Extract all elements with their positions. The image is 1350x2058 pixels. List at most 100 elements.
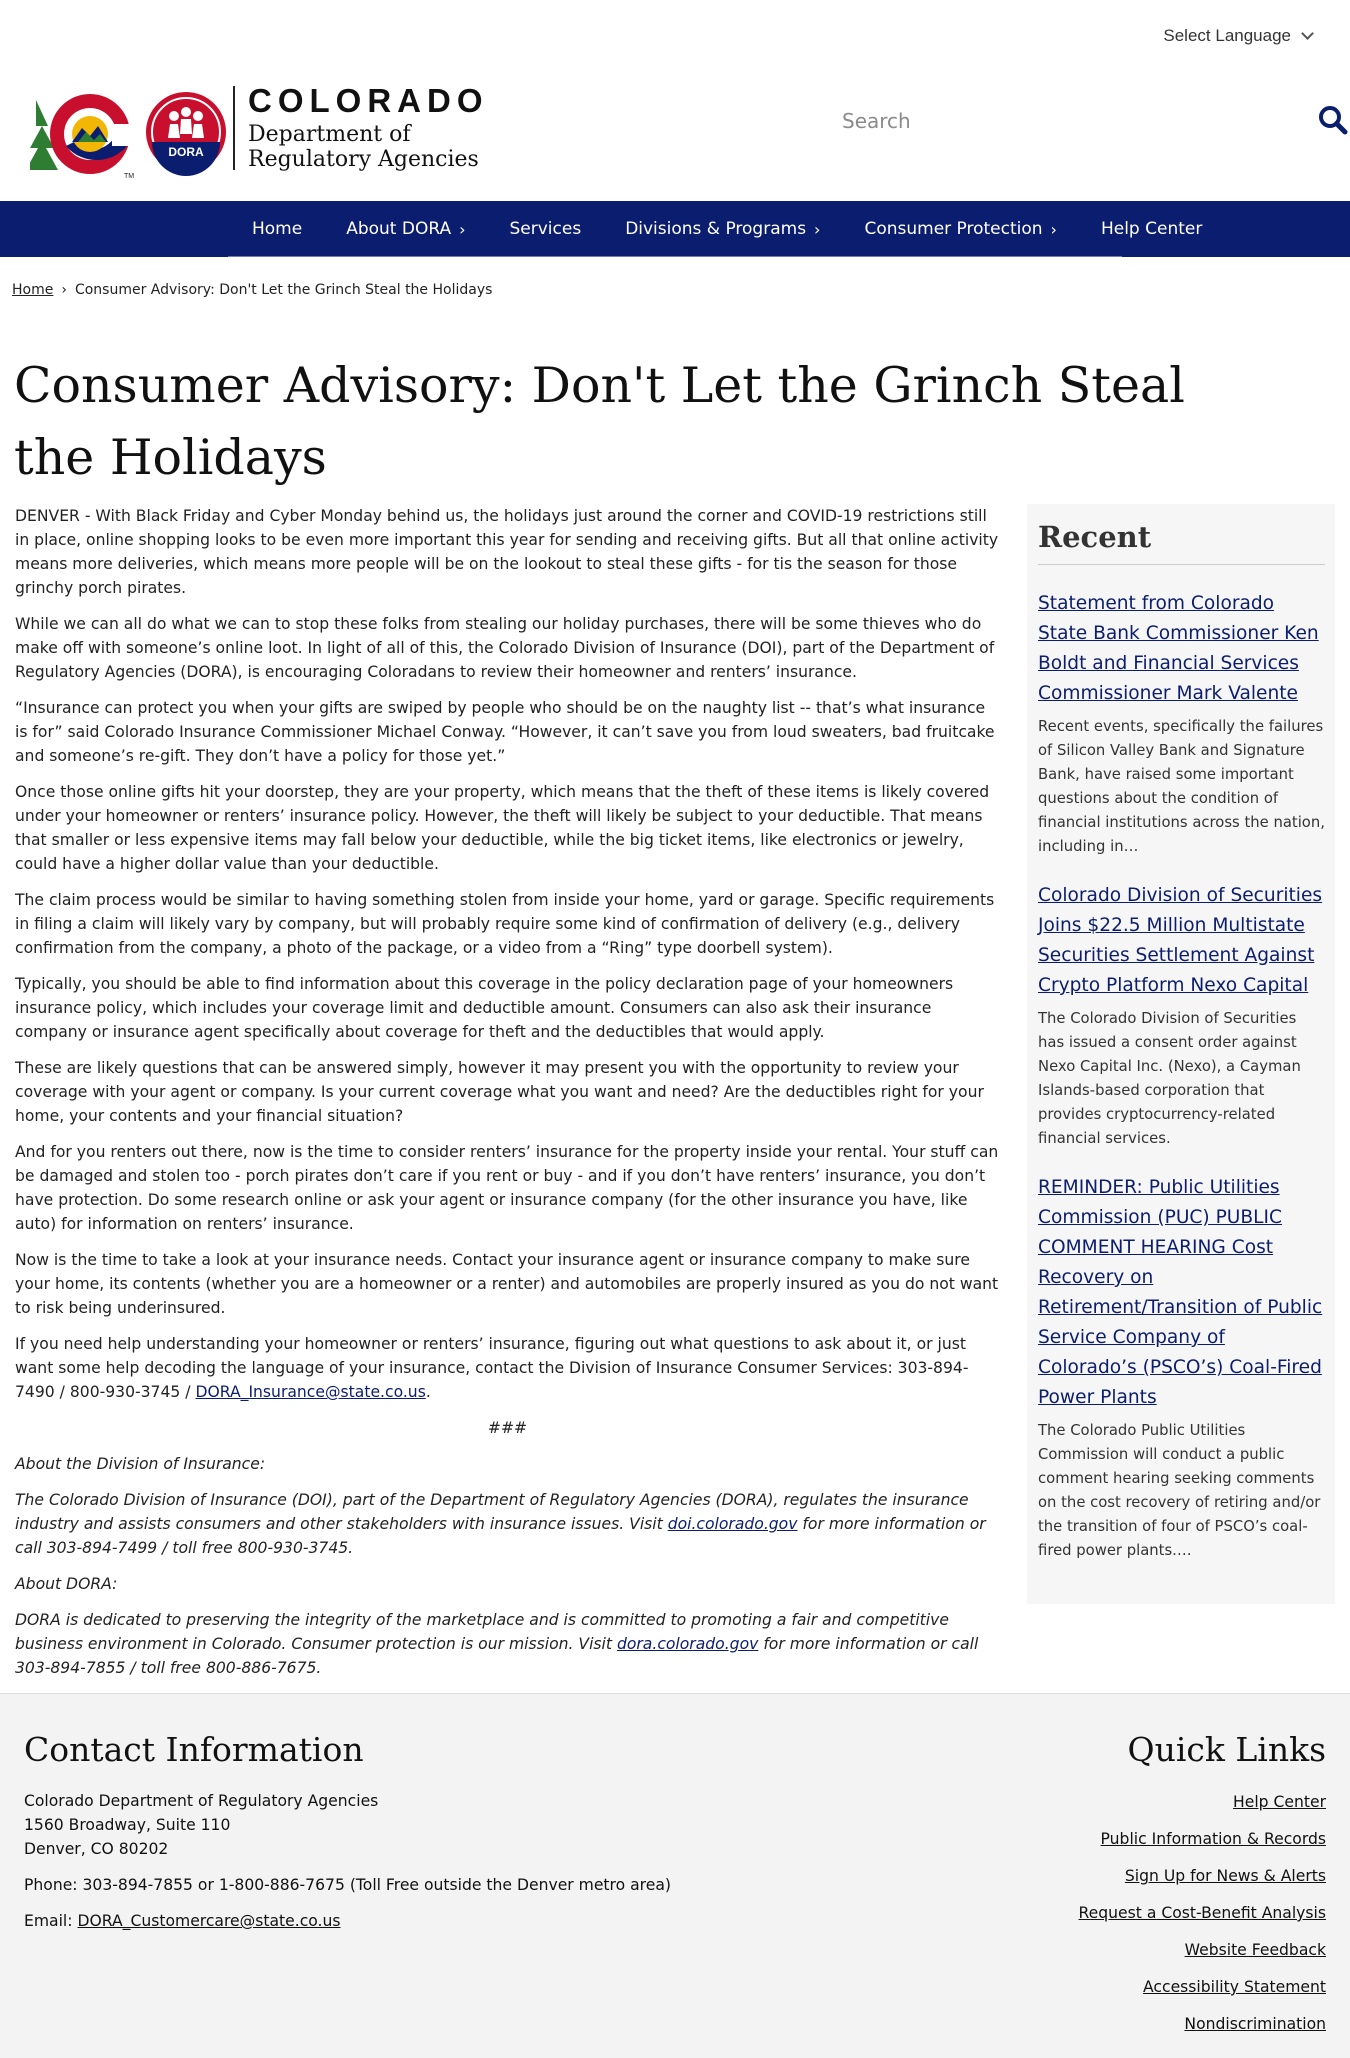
language-selector[interactable]: Select Language [1163, 26, 1314, 46]
breadcrumb-current: Consumer Advisory: Don't Let the Grinch … [74, 282, 493, 298]
address-line3: Denver, CO 80202 [24, 1840, 169, 1858]
colorado-logo-icon[interactable]: TM DORA [30, 86, 230, 182]
about-dora-paragraph: DORA is dedicated to preserving the inte… [15, 1608, 1000, 1680]
article-paragraph: DENVER - With Black Friday and Cyber Mon… [15, 507, 999, 597]
chevron-down-icon [1301, 27, 1314, 40]
nav-item-divisions-and-programs[interactable]: Divisions & Programs › [603, 201, 842, 257]
main-nav: Home About DORA › Services Divisions & Progr… [0, 201, 1350, 257]
nav-items: Home About DORA › Services Divisions & Progr… [230, 201, 1224, 257]
recent-item: Colorado Division of Securities Joins $2… [1038, 881, 1325, 1151]
site-header: TM DORA COLORADO Department of Regulator… [30, 80, 1348, 182]
article-paragraph: “Insurance can protect you when your gif… [15, 699, 995, 765]
search-input[interactable] [800, 94, 1280, 148]
nav-item-consumer-protection[interactable]: Consumer Protection › [842, 201, 1079, 257]
quick-link-item: Public Information & Records [826, 1826, 1326, 1852]
quick-link-item: Website Feedback [826, 1937, 1326, 1963]
article-paragraph: While we can all do what we can to stop … [15, 615, 995, 681]
quick-link-request-a-cost-benefit-analysis[interactable]: Request a Cost-Benefit Analysis [1079, 1904, 1326, 1922]
article-paragraph: Once those online gifts hit your doorste… [15, 783, 990, 873]
search-bar [800, 94, 1350, 148]
customercare-email-link[interactable]: DORA_Customercare@state.co.us [78, 1912, 341, 1930]
nav-item-about-dora[interactable]: About DORA › [324, 201, 487, 257]
contact-section: Contact Information Colorado Department … [24, 1730, 724, 1933]
quick-link-item: Request a Cost-Benefit Analysis [826, 1900, 1326, 1926]
sidebar-title: Recent [1038, 520, 1325, 565]
quick-link-nondiscrimination[interactable]: Nondiscrimination [1184, 2015, 1326, 2033]
logo-wordmark[interactable]: COLORADO [248, 82, 489, 120]
recent-item-summary: Recent events, specifically the failures… [1038, 718, 1325, 855]
article-body: DENVER - With Black Friday and Cyber Mon… [15, 504, 1000, 1692]
quick-link-item: Sign Up for News & Alerts [826, 1863, 1326, 1889]
breadcrumb-home-link[interactable]: Home [12, 282, 53, 298]
address-line2: 1560 Broadway, Suite 110 [24, 1816, 231, 1834]
nav-item-label: Consumer Protection [864, 219, 1043, 239]
recent-list: Statement from Colorado State Bank Commi… [1038, 589, 1325, 1563]
language-selector-label: Select Language [1163, 26, 1291, 45]
quick-link-item: Nondiscrimination [826, 2011, 1326, 2037]
doi-website-link[interactable]: doi.colorado.gov [668, 1515, 798, 1533]
quick-link-sign-up-for-news-and-alerts[interactable]: Sign Up for News & Alerts [1125, 1867, 1326, 1885]
quick-link-public-information-and-records[interactable]: Public Information & Records [1101, 1830, 1326, 1848]
recent-item: REMINDER: Public Utilities Commission (P… [1038, 1173, 1325, 1563]
chevron-right-icon: › [814, 219, 821, 239]
nav-item-label: Help Center [1100, 219, 1203, 239]
svg-text:DORA: DORA [168, 145, 204, 159]
quick-links-title: Quick Links [1127, 1730, 1326, 1769]
recent-sidebar: Recent Statement from Colorado State Ban… [1027, 504, 1335, 1604]
nav-item-services[interactable]: Services [488, 201, 604, 257]
quick-links-section: Quick Links Help Center Public Informatio… [826, 1730, 1326, 2048]
phone-line: Phone: 303-894-7855 or 1-800-886-7675 (T… [24, 1876, 671, 1894]
help-paragraph: If you need help understanding your home… [15, 1332, 1000, 1404]
nav-item-label: Divisions & Programs [625, 219, 807, 239]
svg-text:TM: TM [124, 173, 134, 180]
recent-item-summary: The Colorado Public Utilities Commission… [1038, 1422, 1321, 1559]
help-end: . [425, 1383, 431, 1401]
logo-subtitle-line1: Department of [248, 122, 411, 147]
recent-item: Statement from Colorado State Bank Commi… [1038, 589, 1325, 859]
nav-underline [228, 256, 1122, 257]
chevron-right-icon: › [1050, 219, 1057, 239]
nav-item-home[interactable]: Home [230, 201, 324, 257]
page-title: Consumer Advisory: Don't Let the Grinch … [14, 357, 1185, 486]
breadcrumb: Home › Consumer Advisory: Don't Let the … [12, 282, 492, 298]
article-paragraph: These are likely questions that can be a… [15, 1059, 984, 1125]
quick-links-list: Help Center Public Information & Records S… [826, 1789, 1326, 2037]
press-separator: ### [487, 1419, 528, 1437]
search-icon [1319, 105, 1348, 134]
nav-item-help-center[interactable]: Help Center [1079, 201, 1224, 257]
email-line: Email: DORA_Customercare@state.co.us [24, 1909, 724, 1933]
quick-link-accessibility-statement[interactable]: Accessibility Statement [1143, 1978, 1326, 1996]
nav-item-label: Home [252, 219, 303, 239]
logo-subtitle[interactable]: Department of Regulatory Agencies [248, 122, 479, 172]
chevron-right-icon: › [459, 219, 466, 239]
logo-divider [233, 86, 235, 170]
site-footer: Contact Information Colorado Department … [0, 1693, 1350, 2058]
insurance-email-link[interactable]: DORA_Insurance@state.co.us [196, 1383, 426, 1401]
recent-item-link[interactable]: Colorado Division of Securities Joins $2… [1038, 881, 1325, 1001]
about-dora-heading: About DORA: [15, 1575, 118, 1593]
contact-title: Contact Information [24, 1730, 364, 1769]
about-doi-paragraph: The Colorado Division of Insurance (DOI)… [15, 1488, 1000, 1560]
search-button[interactable] [1306, 94, 1350, 148]
nav-item-label: Services [509, 219, 582, 239]
quick-link-help-center[interactable]: Help Center [1233, 1793, 1326, 1811]
article-paragraph: Typically, you should be able to find in… [15, 975, 954, 1041]
address-line1: Colorado Department of Regulatory Agenci… [24, 1792, 379, 1810]
breadcrumb-separator: › [61, 282, 67, 298]
article-paragraph: Now is the time to take a look at your i… [15, 1251, 999, 1317]
email-label: Email: [24, 1912, 73, 1930]
about-doi-heading: About the Division of Insurance: [15, 1455, 266, 1473]
nav-item-label: About DORA [346, 219, 452, 239]
logo-subtitle-line2: Regulatory Agencies [248, 147, 479, 172]
dora-website-link[interactable]: dora.colorado.gov [617, 1635, 758, 1653]
recent-item-link[interactable]: Statement from Colorado State Bank Commi… [1038, 589, 1325, 709]
article-paragraph: The claim process would be similar to ha… [15, 891, 995, 957]
recent-item-summary: The Colorado Division of Securities has … [1038, 1010, 1301, 1147]
help-text: If you need help understanding your home… [15, 1335, 969, 1401]
article-paragraph: And for you renters out there, now is th… [15, 1143, 999, 1233]
recent-item-link[interactable]: REMINDER: Public Utilities Commission (P… [1038, 1173, 1325, 1413]
quick-link-website-feedback[interactable]: Website Feedback [1185, 1941, 1326, 1959]
article-paragraphs: DENVER - With Black Friday and Cyber Mon… [15, 504, 1000, 1320]
quick-link-item: Help Center [826, 1789, 1326, 1815]
quick-link-item: Accessibility Statement [826, 1974, 1326, 2000]
